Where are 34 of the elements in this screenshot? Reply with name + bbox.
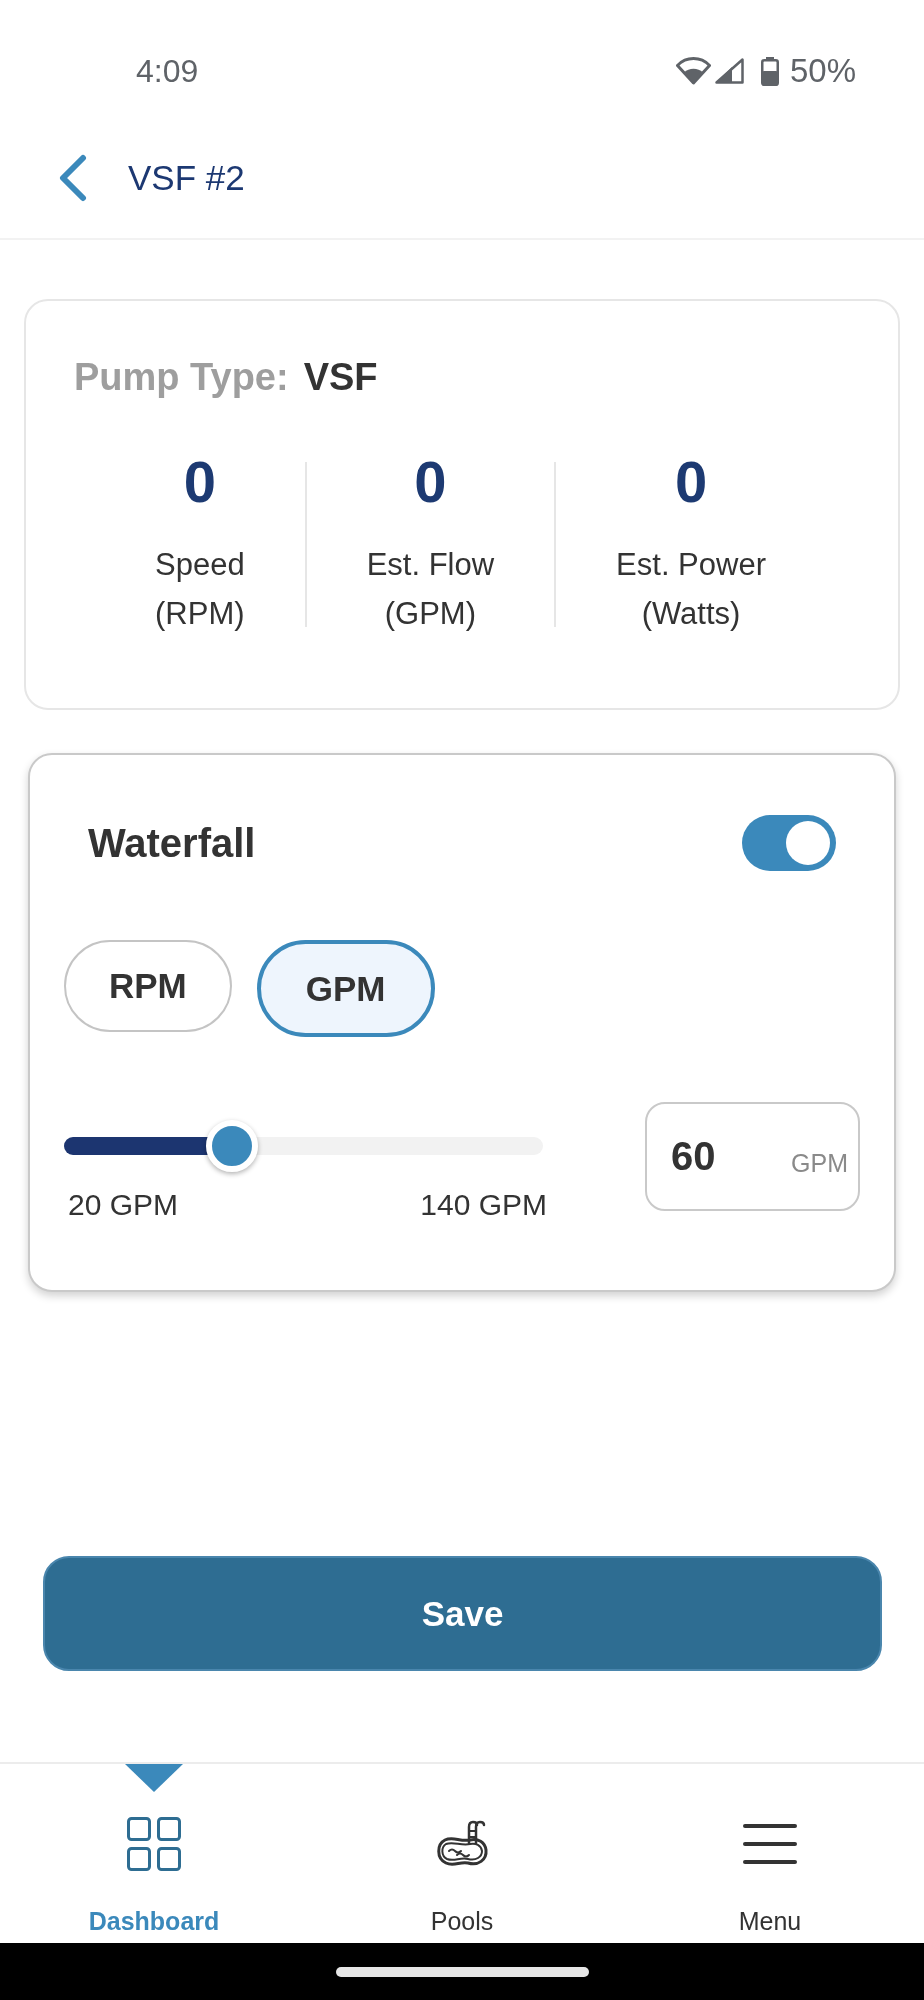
triangle-marker-icon bbox=[125, 1764, 183, 1792]
back-icon bbox=[58, 154, 88, 202]
signal-icon bbox=[714, 58, 744, 84]
stat-label: Est. Flow bbox=[366, 546, 495, 584]
flow-input-field[interactable]: 60 GPM bbox=[645, 1102, 860, 1211]
stat-value: 0 bbox=[673, 450, 709, 514]
status-time: 4:09 bbox=[136, 52, 199, 91]
mode-title: Waterfall bbox=[88, 820, 256, 866]
battery-percent: 50% bbox=[789, 51, 856, 91]
nav-tab[interactable]: Pools bbox=[308, 1764, 616, 1943]
unit-label: GPM bbox=[791, 1149, 848, 1178]
page-title: VSF #2 bbox=[128, 157, 245, 199]
nav-tab[interactable]: Dashboard bbox=[0, 1764, 308, 1943]
slider-max-label: 140 GPM bbox=[420, 1187, 547, 1223]
toggle-switch[interactable] bbox=[742, 815, 836, 871]
unit-toggle-button[interactable]: GPM bbox=[256, 940, 435, 1037]
pump-type-label: Pump Type: bbox=[74, 355, 289, 399]
stat-unit: (RPM) bbox=[155, 595, 245, 633]
back-button[interactable] bbox=[58, 154, 88, 202]
stat-unit: (GPM) bbox=[383, 595, 477, 633]
nav-tab[interactable]: Menu bbox=[616, 1764, 924, 1943]
stat-label: Speed bbox=[155, 546, 245, 584]
stat-label: Est. Power bbox=[616, 546, 766, 584]
stat-unit: (Watts) bbox=[640, 595, 742, 633]
pump-type-value: VSF bbox=[303, 355, 378, 399]
save-button[interactable]: Save bbox=[43, 1556, 882, 1671]
stat-value: 0 bbox=[182, 450, 217, 514]
battery-icon bbox=[760, 56, 779, 86]
unit-toggle-button[interactable]: RPM bbox=[64, 940, 232, 1032]
home-indicator-icon bbox=[335, 1967, 589, 1977]
slider-min-label: 20 GPM bbox=[68, 1187, 179, 1223]
wifi-icon bbox=[675, 57, 711, 85]
grid-icon bbox=[127, 1817, 181, 1871]
stat-value: 0 bbox=[413, 450, 448, 514]
